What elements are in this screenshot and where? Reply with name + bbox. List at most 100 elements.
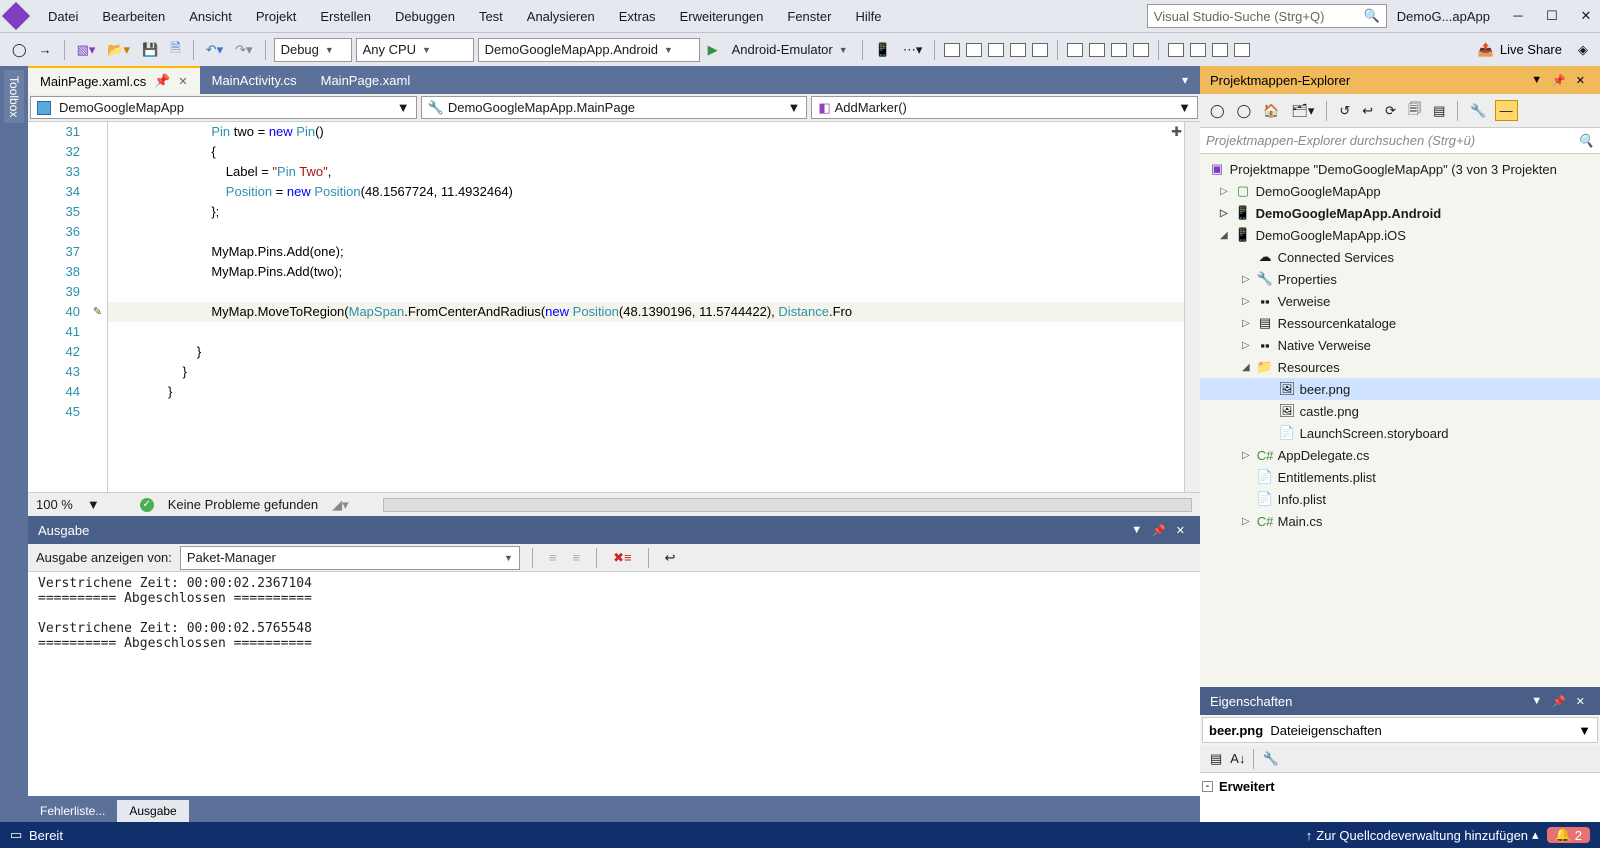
layout-icon-8[interactable] bbox=[1111, 43, 1127, 57]
categorized-icon[interactable]: ▤ bbox=[1206, 749, 1226, 769]
tree-asset-catalogs[interactable]: ▷▤ Ressourcenkataloge bbox=[1200, 312, 1600, 334]
panel-close-icon[interactable]: ✕ bbox=[1171, 524, 1190, 537]
save-button[interactable]: 💾 bbox=[138, 40, 162, 60]
zoom-combo[interactable]: 100 % bbox=[36, 497, 73, 512]
tab-mainpage-xaml[interactable]: MainPage.xaml bbox=[309, 66, 423, 94]
tree-properties[interactable]: ▷🔧 Properties bbox=[1200, 268, 1600, 290]
layout-icon-13[interactable] bbox=[1234, 43, 1250, 57]
tree-native-refs[interactable]: ▷▪▪ Native Verweise bbox=[1200, 334, 1600, 356]
nav-project-combo[interactable]: DemoGoogleMapApp▼ bbox=[30, 96, 417, 119]
tab-overflow-button[interactable]: ▾ bbox=[1170, 66, 1200, 94]
output-clear-icon[interactable]: ✖≡ bbox=[609, 548, 635, 568]
menu-ansicht[interactable]: Ansicht bbox=[177, 5, 244, 28]
properties-subject[interactable]: beer.png Dateieigenschaften▼ bbox=[1202, 717, 1598, 743]
tree-solution[interactable]: ▣ Projektmappe "DemoGoogleMapApp" (3 von… bbox=[1200, 158, 1600, 180]
device-combo[interactable]: Android-Emulator▼ bbox=[726, 38, 854, 62]
code-area[interactable]: Pin two = new Pin() { Label = "Pin Two",… bbox=[108, 122, 1184, 492]
expand-icon[interactable]: ▷ bbox=[1220, 208, 1234, 219]
layout-icon-9[interactable] bbox=[1133, 43, 1149, 57]
props-dropdown-icon[interactable]: ▼ bbox=[1526, 695, 1547, 707]
exp-fwd-icon[interactable]: ◯ bbox=[1233, 101, 1256, 121]
explorer-search[interactable]: Projektmappen-Explorer durchsuchen (Strg… bbox=[1200, 128, 1600, 154]
tab-output[interactable]: Ausgabe bbox=[117, 800, 188, 822]
editor-horizontal-scrollbar[interactable] bbox=[383, 498, 1192, 512]
props-wrench-icon[interactable]: 🔧 bbox=[1258, 749, 1282, 769]
menu-fenster[interactable]: Fenster bbox=[775, 5, 843, 28]
exp-home-icon[interactable]: 🏠 bbox=[1259, 101, 1283, 121]
expand-icon[interactable]: ▷ bbox=[1242, 516, 1256, 527]
feedback-icon[interactable]: ◈ bbox=[1574, 40, 1592, 60]
start-debug-button[interactable]: ▶ bbox=[704, 40, 722, 60]
layout-icon-7[interactable] bbox=[1089, 43, 1105, 57]
tree-file-appdelegate[interactable]: ▷C# AppDelegate.cs bbox=[1200, 444, 1600, 466]
exp-refresh-icon[interactable]: ⟳ bbox=[1381, 101, 1400, 121]
output-source-combo[interactable]: Paket-Manager▼ bbox=[180, 546, 520, 570]
redo-button[interactable]: ↷▾ bbox=[231, 40, 256, 60]
new-project-button[interactable]: ▧▾ bbox=[73, 40, 100, 60]
exp-properties-icon[interactable]: ▤ bbox=[1429, 101, 1449, 121]
solution-explorer-title[interactable]: Projektmappen-Explorer ▼ 📌 ✕ bbox=[1200, 66, 1600, 94]
code-editor[interactable]: 313233343536373839404142434445 ✎ Pin two… bbox=[28, 122, 1200, 492]
toolbox-tab[interactable]: Toolbox bbox=[4, 70, 24, 123]
tree-file-beer[interactable]: 🖼 beer.png bbox=[1200, 378, 1600, 400]
layout-icon-12[interactable] bbox=[1212, 43, 1228, 57]
collapse-icon[interactable]: ◢ bbox=[1220, 230, 1234, 241]
menu-analysieren[interactable]: Analysieren bbox=[515, 5, 607, 28]
menu-hilfe[interactable]: Hilfe bbox=[843, 5, 893, 28]
expand-icon[interactable]: ▷ bbox=[1242, 450, 1256, 461]
explorer-dropdown-icon[interactable]: ▼ bbox=[1526, 74, 1547, 86]
menu-projekt[interactable]: Projekt bbox=[244, 5, 308, 28]
explorer-close-icon[interactable]: ✕ bbox=[1571, 74, 1590, 87]
expand-icon[interactable]: ▷ bbox=[1242, 274, 1256, 285]
save-all-button[interactable]: 🗎 bbox=[166, 37, 184, 63]
tree-project-2[interactable]: ▷📱 DemoGoogleMapApp.Android bbox=[1200, 202, 1600, 224]
source-control-button[interactable]: ↑Zur Quellcodeverwaltung hinzufügen▴ bbox=[1298, 827, 1547, 843]
menu-extras[interactable]: Extras bbox=[607, 5, 668, 28]
close-window-button[interactable]: ✕ bbox=[1578, 8, 1594, 24]
solution-tree[interactable]: ▣ Projektmappe "DemoGoogleMapApp" (3 von… bbox=[1200, 154, 1600, 687]
maximize-button[interactable]: ☐ bbox=[1544, 8, 1560, 24]
menu-debuggen[interactable]: Debuggen bbox=[383, 5, 467, 28]
minimize-button[interactable]: ─ bbox=[1510, 8, 1526, 24]
output-indent-left-icon[interactable]: ≡ bbox=[545, 548, 561, 567]
close-tab-icon[interactable]: ✕ bbox=[178, 75, 187, 88]
health-dropdown-icon[interactable]: ◢▾ bbox=[332, 497, 349, 513]
menu-test[interactable]: Test bbox=[467, 5, 515, 28]
expand-icon[interactable]: ▷ bbox=[1220, 186, 1234, 197]
live-share-button[interactable]: 📤Live Share bbox=[1470, 42, 1570, 58]
panel-dropdown-icon[interactable]: ▼ bbox=[1126, 524, 1147, 536]
output-indent-right-icon[interactable]: ≡ bbox=[568, 548, 584, 567]
tree-file-launchscreen[interactable]: 📄 LaunchScreen.storyboard bbox=[1200, 422, 1600, 444]
layout-icon-1[interactable] bbox=[944, 43, 960, 57]
config-combo[interactable]: Debug▼ bbox=[274, 38, 352, 62]
exp-scope-icon[interactable]: 🗂▾ bbox=[1287, 101, 1318, 121]
output-panel-title[interactable]: Ausgabe ▼ 📌 ✕ bbox=[28, 516, 1200, 544]
exp-sync-icon[interactable]: ↺ bbox=[1335, 101, 1354, 121]
nav-back-button[interactable]: ◯ bbox=[8, 40, 31, 60]
tree-project-1[interactable]: ▷▢ DemoGoogleMapApp bbox=[1200, 180, 1600, 202]
props-close-icon[interactable]: ✕ bbox=[1571, 695, 1590, 708]
expand-icon[interactable]: ▷ bbox=[1242, 296, 1256, 307]
tree-file-infoplist[interactable]: 📄 Info.plist bbox=[1200, 488, 1600, 510]
exp-wrench-icon[interactable]: 🔧 bbox=[1466, 101, 1490, 121]
tree-references[interactable]: ▷▪▪ Verweise bbox=[1200, 290, 1600, 312]
pin-icon[interactable]: 📌 bbox=[154, 73, 170, 89]
collapse-group-icon[interactable]: - bbox=[1202, 781, 1213, 792]
layout-icon-10[interactable] bbox=[1168, 43, 1184, 57]
nav-member-combo[interactable]: ◧AddMarker()▼ bbox=[811, 96, 1198, 119]
tab-mainactivity-cs[interactable]: MainActivity.cs bbox=[200, 66, 309, 94]
panel-pin-icon[interactable]: 📌 bbox=[1147, 524, 1171, 537]
tree-file-main[interactable]: ▷C# Main.cs bbox=[1200, 510, 1600, 532]
alphabetical-icon[interactable]: A↓ bbox=[1226, 749, 1249, 768]
output-wrap-icon[interactable]: ↩ bbox=[661, 548, 680, 568]
menu-erweiterungen[interactable]: Erweiterungen bbox=[668, 5, 776, 28]
platform-combo[interactable]: Any CPU▼ bbox=[356, 38, 474, 62]
layout-icon-2[interactable] bbox=[966, 43, 982, 57]
output-text[interactable]: Verstrichene Zeit: 00:00:02.2367104 ====… bbox=[28, 572, 1200, 796]
tree-connected-services[interactable]: ☁ Connected Services bbox=[1200, 246, 1600, 268]
quick-launch-search[interactable]: Visual Studio-Suche (Strg+Q) 🔍 bbox=[1147, 4, 1387, 28]
expand-icon[interactable]: ▷ bbox=[1242, 340, 1256, 351]
exp-preview-icon[interactable]: — bbox=[1495, 100, 1518, 121]
layout-icon-4[interactable] bbox=[1010, 43, 1026, 57]
menu-datei[interactable]: Datei bbox=[36, 5, 90, 28]
